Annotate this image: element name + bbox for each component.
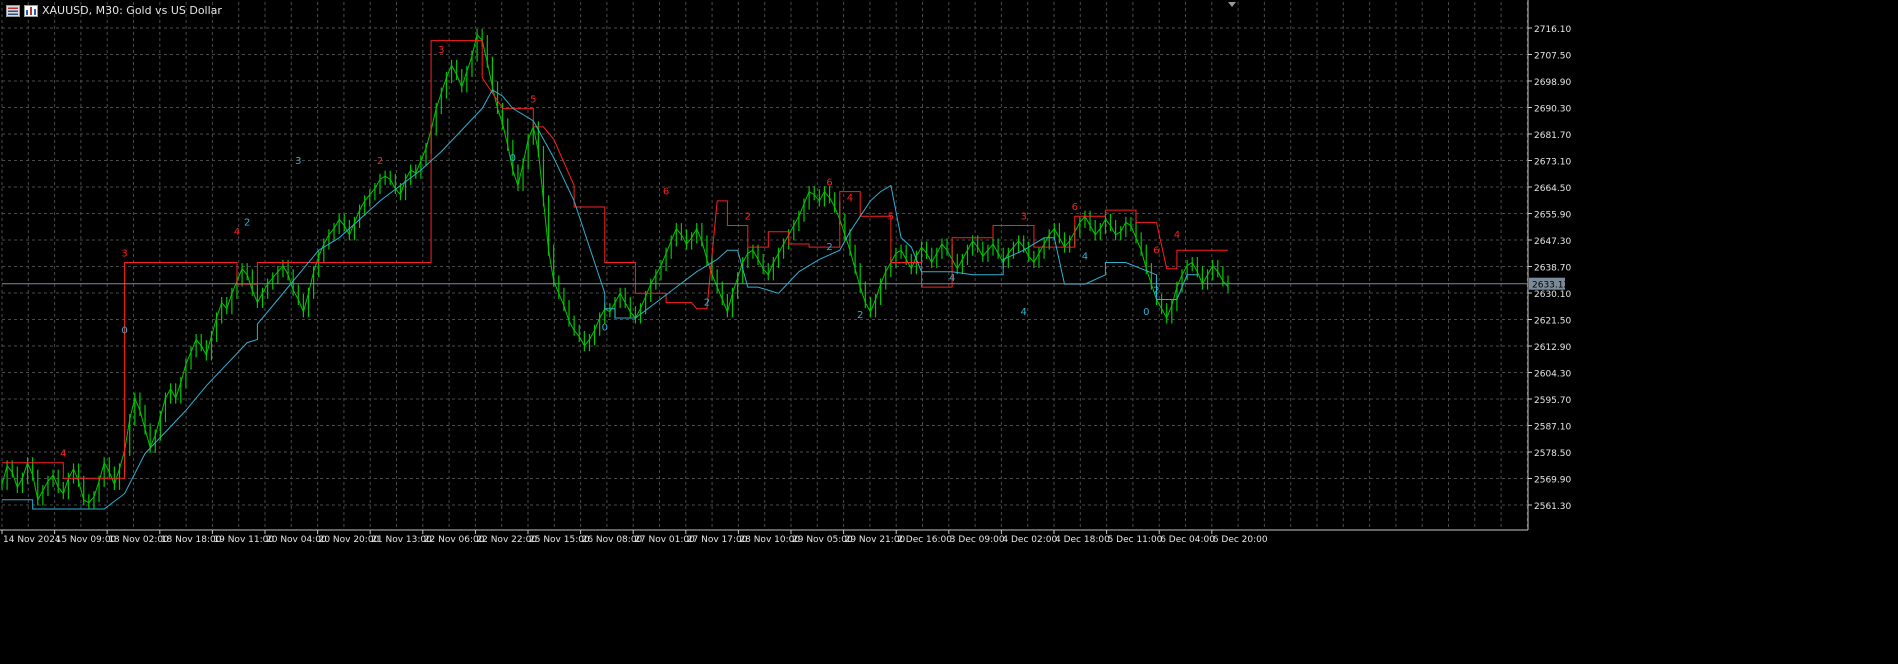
upper-counter-label: 3 [121, 248, 127, 259]
lower-counter-label: 4 [949, 273, 955, 284]
upper-counter-label: 4 [1174, 230, 1180, 241]
lower-counter-label: 0 [1143, 307, 1149, 318]
time-axis-label: 4 Dec 02:00 [1002, 535, 1057, 545]
upper-counter-label: 5 [888, 211, 894, 222]
chart-title: XAUUSD, M30: Gold vs US Dollar [42, 4, 222, 17]
price-axis-label: 2647.30 [1534, 237, 1571, 247]
time-axis-label: 2 Dec 16:00 [897, 535, 952, 545]
time-axis-label: 5 Dec 11:00 [1108, 535, 1163, 545]
price-axis-label: 2561.30 [1534, 502, 1571, 512]
upper-counter-label: 4 [60, 449, 66, 460]
price-axis-label: 2621.50 [1534, 317, 1571, 327]
upper-counter-label: 6 [1153, 245, 1159, 256]
time-axis-label: 14 Nov 2024 [3, 535, 61, 545]
price-axis-label: 2664.50 [1534, 184, 1571, 194]
lower-counter-label: 3 [295, 156, 301, 167]
time-axis-label: 3 Dec 09:00 [950, 535, 1005, 545]
upper-counter-label: 6 [826, 177, 832, 188]
upper-counter-label: 6 [1072, 202, 1078, 213]
lower-counter-label: 2 [1153, 285, 1159, 296]
chart-title-bar: XAUUSD, M30: Gold vs US Dollar [6, 4, 222, 17]
lower-counter-label: 2 [857, 310, 863, 321]
price-axis-label: 2673.10 [1534, 158, 1571, 168]
lower-counter-label: 0 [121, 325, 127, 336]
price-axis-label: 2690.30 [1534, 105, 1571, 115]
time-axis-label: 4 Dec 18:00 [1055, 535, 1110, 545]
price-axis-label: 2595.70 [1534, 396, 1571, 406]
price-axis-label: 2655.90 [1534, 211, 1571, 221]
price-axis-label: 2587.10 [1534, 423, 1571, 433]
time-axis-label: 6 Dec 20:00 [1213, 535, 1268, 545]
current-price-value: 2633.12 [1532, 281, 1569, 291]
price-axis-label: 2604.30 [1534, 370, 1571, 380]
price-axis-label: 2698.90 [1534, 78, 1571, 88]
lower-counter-label: 0 [602, 322, 608, 333]
price-chart[interactable]: 2716.10 2707.50 2698.90 2690.30 2681.70 2673.… [0, 0, 1898, 664]
lower-counter-label: 2 [826, 242, 832, 253]
upper-counter-label: 6 [663, 187, 669, 198]
lower-stop-line [2, 89, 1198, 510]
lower-counter-label: 2 [244, 218, 250, 229]
lower-counter-label: 2 [704, 298, 710, 309]
lower-counter-label: 4 [1082, 251, 1088, 262]
price-axis-label: 2681.70 [1534, 131, 1571, 141]
chart-bars-icon[interactable] [24, 4, 38, 17]
upper-counter-label: 4 [234, 227, 240, 238]
upper-counter-label: 2 [745, 211, 751, 222]
price-axis-label: 2638.70 [1534, 264, 1571, 274]
chart-shift-marker [1228, 2, 1236, 7]
price-axis-label: 2578.50 [1534, 449, 1571, 459]
lower-counter-label: 0 [510, 153, 516, 164]
upper-counter-label: 4 [847, 193, 853, 204]
price-axis-label: 2716.10 [1534, 25, 1571, 35]
chart-window[interactable]: 2716.10 2707.50 2698.90 2690.30 2681.70 2673.… [0, 0, 1898, 664]
upper-counter-label: 5 [530, 94, 536, 105]
upper-counter-label: 3 [1020, 211, 1026, 222]
price-axis-label: 2707.50 [1534, 52, 1571, 62]
chart-list-icon[interactable] [6, 4, 20, 17]
price-axis-label: 2612.90 [1534, 343, 1571, 353]
price-axis-label: 2630.10 [1534, 290, 1571, 300]
upper-counter-label: 3 [438, 45, 444, 56]
price-axis-label: 2569.90 [1534, 476, 1571, 486]
lower-counter-label: 4 [1020, 307, 1026, 318]
time-axis-label: 6 Dec 04:00 [1160, 535, 1215, 545]
upper-counter-label: 2 [377, 156, 383, 167]
